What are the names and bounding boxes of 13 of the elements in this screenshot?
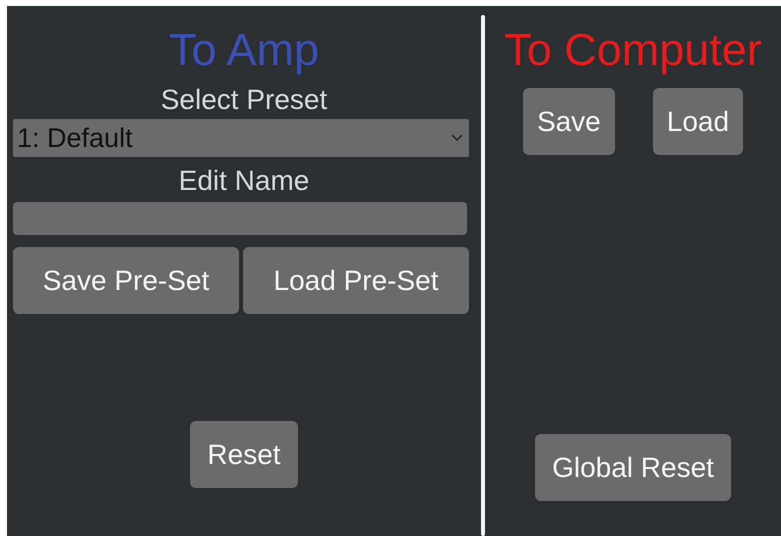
global-reset-button[interactable]: Global Reset xyxy=(535,434,731,501)
file-button[interactable]: Save xyxy=(522,88,615,155)
section-title: To Computer xyxy=(504,24,762,76)
name-input-field[interactable] xyxy=(13,202,467,235)
reset-button[interactable]: Reset xyxy=(190,421,298,488)
preset-select[interactable]: 1: Default xyxy=(13,119,469,157)
name-label: Edit Name xyxy=(178,165,310,197)
file-button[interactable]: Load xyxy=(652,88,744,155)
section-title: To Amp xyxy=(168,24,320,76)
select-label: Select Preset xyxy=(160,84,328,116)
preset-button[interactable]: Save Pre-Set xyxy=(13,247,239,314)
chevron-down-icon xyxy=(451,134,463,142)
preset-button[interactable]: Load Pre-Set xyxy=(243,247,469,314)
